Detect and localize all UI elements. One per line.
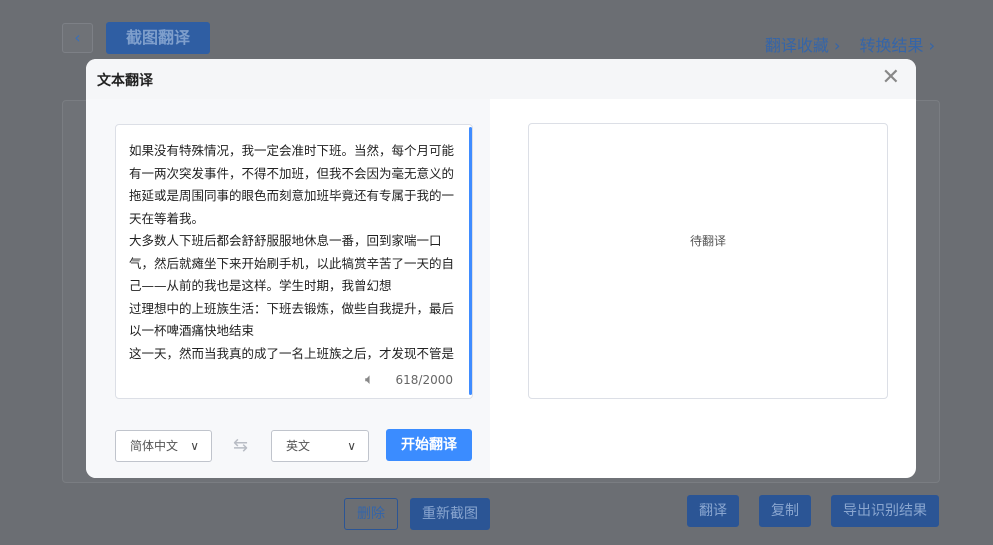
result-box: 待翻译 [528,123,888,399]
scrollbar[interactable] [469,127,472,395]
result-placeholder: 待翻译 [689,234,726,248]
speaker-icon[interactable]: 🔈︎ [365,370,374,388]
dialog-header [86,59,916,99]
delete-button[interactable]: 删除 [344,498,398,530]
translation-favorites-link[interactable]: 翻译收藏 › [765,36,841,55]
paragraph: 这一天，然而当我真的成了一名上班族之后，才发现不管是 [129,345,455,361]
chevron-down-icon: ∨ [347,439,356,453]
back-button[interactable]: ‹ [62,23,93,53]
translate-button[interactable]: 翻译 [687,495,739,527]
source-language-value: 简体中文 [130,439,179,453]
export-button[interactable]: 导出识别结果 [831,495,939,527]
chevron-down-icon: ∨ [190,439,199,453]
source-text: 如果没有特殊情况，我一定会准时下班。当然，每个月可能有一两次突发事件，不得不加班… [129,140,463,365]
copy-button[interactable]: 复制 [759,495,811,527]
target-language-select[interactable]: 英文 ∨ [271,430,369,462]
paragraph: 过理想中的上班族生活：下班去锻炼，做些自我提升，最后以一杯啤酒痛快地结束 [129,300,455,339]
recapture-button[interactable]: 重新截图 [410,498,490,530]
close-icon[interactable]: ✕ [882,65,900,90]
top-links: 翻译收藏 › 转换结果 › [751,32,935,56]
text-translate-dialog: 文本翻译 ✕ 如果没有特殊情况，我一定会准时下班。当然，每个月可能有一两次突发事… [86,59,916,478]
paragraph: 如果没有特殊情况，我一定会准时下班。当然，每个月可能有一两次突发事件，不得不加班… [129,143,455,226]
start-translate-button[interactable]: 开始翻译 [386,429,472,461]
source-textarea[interactable]: 如果没有特殊情况，我一定会准时下班。当然，每个月可能有一两次突发事件，不得不加班… [115,124,473,399]
source-language-select[interactable]: 简体中文 ∨ [115,430,212,462]
char-count: 618/2000 [395,373,454,387]
target-language-value: 英文 [286,439,311,453]
dialog-title: 文本翻译 [97,73,153,89]
chevron-left-icon: ‹ [74,28,81,47]
conversion-results-link[interactable]: 转换结果 › [860,36,936,55]
page-title-tab[interactable]: 截图翻译 [106,22,210,54]
paragraph: 大多数人下班后都会舒舒服服地休息一番，回到家喘一口气，然后就瘫坐下来开始刷手机，… [129,233,455,293]
swap-languages-icon[interactable]: ⇆ [233,435,248,456]
